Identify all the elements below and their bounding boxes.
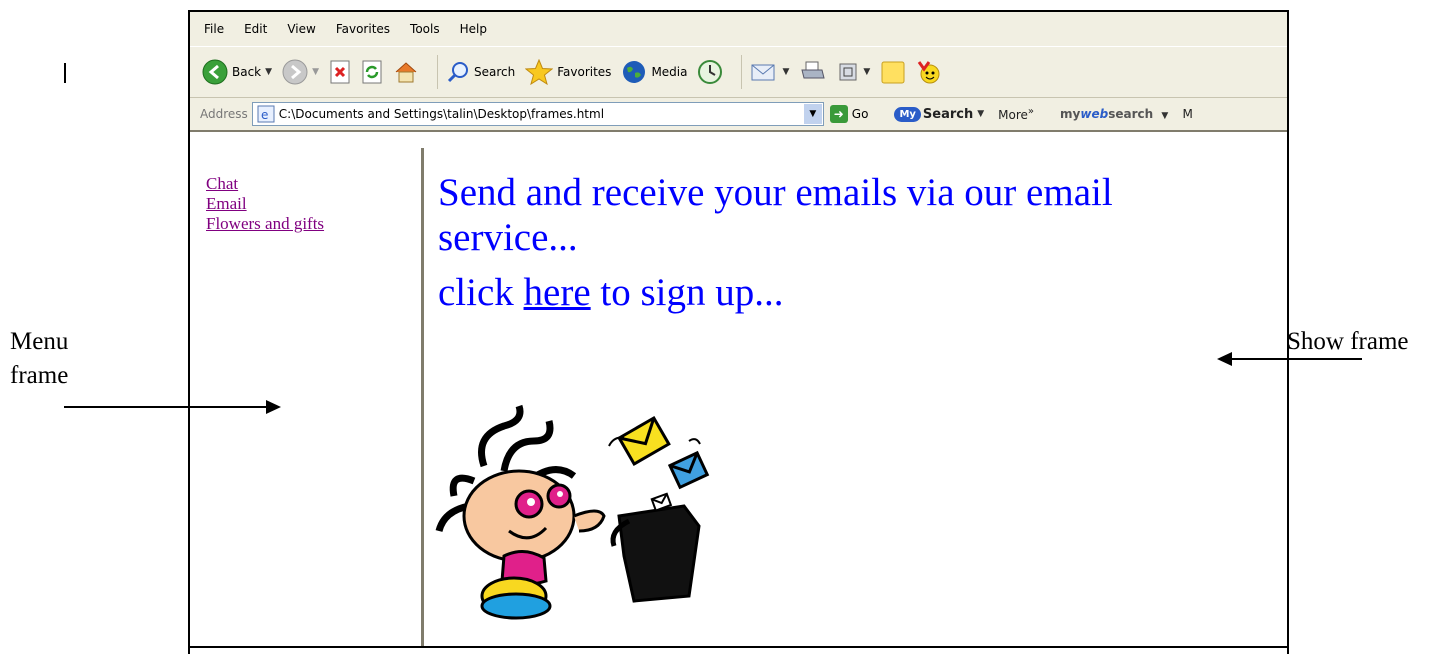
mail-dropdown-icon[interactable]: ▼ (782, 67, 789, 77)
media-button[interactable]: Media (621, 59, 687, 85)
search-button[interactable]: Search (446, 60, 515, 84)
go-arrow-icon: ➜ (829, 105, 848, 123)
frameset: Chat Email Flowers and gifts Send and re… (190, 148, 1287, 646)
show-frame: Send and receive your emails via our ema… (424, 148, 1287, 646)
show-frame-arrow-line (1228, 358, 1362, 360)
menu-tools[interactable]: Tools (410, 22, 440, 36)
menu-frame-label-line2: frame (10, 362, 69, 389)
show-frame-arrowhead-icon (1217, 352, 1232, 366)
more-label: More (998, 108, 1028, 122)
signup-line: click here to sign up... (438, 270, 1287, 315)
sticky-note-icon (881, 61, 905, 84)
ie-page-icon: e (257, 105, 275, 123)
address-dropdown-icon[interactable]: ▼ (803, 104, 822, 124)
print-icon (801, 61, 826, 79)
home-button[interactable] (393, 60, 419, 84)
menu-bar: File Edit View Favorites Tools Help (190, 12, 1287, 46)
address-label: Address (200, 107, 248, 121)
menu-edit[interactable]: Edit (244, 22, 267, 36)
menu-frame-arrow-line (64, 406, 270, 408)
toolbar-separator (436, 55, 438, 89)
address-value: C:\Documents and Settings\talin\Desktop\… (278, 107, 605, 121)
menu-help[interactable]: Help (460, 22, 487, 36)
messenger-button[interactable] (916, 59, 942, 85)
more-button[interactable]: More» (998, 106, 1034, 122)
window-bottom-border (190, 646, 1287, 648)
search-label: Search (473, 65, 516, 79)
forward-dropdown-icon[interactable]: ▼ (312, 67, 319, 77)
back-label: Back (232, 65, 262, 79)
refresh-button[interactable] (361, 60, 383, 84)
yahoo-messenger-icon (918, 61, 940, 84)
signup-suffix: to sign up... (590, 271, 784, 314)
toolbar-separator (741, 55, 743, 89)
menu-favorites[interactable]: Favorites (336, 22, 390, 36)
stop-button[interactable] (329, 60, 351, 84)
mywebsearch-prefix: my (1060, 107, 1081, 121)
favorites-button[interactable]: Favorites (525, 59, 611, 85)
mywebsearch-suffix: search (1108, 107, 1154, 121)
signup-prefix: click (438, 271, 524, 314)
mysearch-label: Search (922, 106, 974, 122)
standard-toolbar: Back ▼ ▼ Search Favorites Media ▼ ▼ (190, 46, 1287, 98)
mywebsearch-button[interactable]: mywebsearch ▼ M (1060, 107, 1193, 121)
signup-here-link[interactable]: here (524, 271, 591, 314)
menu-file[interactable]: File (204, 22, 224, 36)
back-dropdown-icon[interactable]: ▼ (265, 67, 272, 77)
menu-link-email[interactable]: Email (206, 194, 405, 214)
menu-link-flowers[interactable]: Flowers and gifts (206, 214, 405, 234)
mail-button[interactable]: ▼ (750, 60, 789, 84)
media-globe-icon (623, 61, 646, 83)
cartoon-email-character-illustration (435, 404, 710, 620)
back-button[interactable]: Back ▼ (202, 59, 272, 85)
mywebsearch-web: web (1080, 107, 1109, 121)
email-headline-line1: Send and receive your emails via our ema… (438, 171, 1113, 214)
mywebsearch-dropdown-icon[interactable]: ▼ (1161, 111, 1168, 121)
mysearch-badge: My (894, 106, 921, 122)
history-clock-icon (698, 60, 723, 84)
media-label: Media (651, 65, 688, 79)
forward-arrow-icon (282, 59, 308, 85)
show-frame-label: Show frame (1287, 328, 1409, 355)
refresh-icon (362, 60, 382, 84)
browser-window: File Edit View Favorites Tools Help Back… (188, 10, 1289, 654)
email-headline-line2: service... (438, 216, 578, 259)
text-cursor-mark (64, 63, 66, 83)
address-bar: Address e C:\Documents and Settings\tali… (190, 98, 1287, 132)
favorites-star-icon (525, 59, 554, 85)
menu-view[interactable]: View (287, 22, 315, 36)
mail-icon (751, 64, 775, 81)
stop-icon (330, 60, 350, 84)
notes-button[interactable] (880, 59, 906, 85)
edit-dropdown-icon[interactable]: ▼ (863, 67, 870, 77)
mysearch-button[interactable]: My Search ▼ (894, 106, 984, 122)
go-label: Go (851, 107, 869, 121)
menu-frame-label-line1: Menu (10, 328, 69, 355)
back-arrow-icon (202, 59, 228, 85)
search-icon (447, 62, 468, 83)
forward-button[interactable]: ▼ (282, 59, 319, 85)
address-input[interactable]: e C:\Documents and Settings\talin\Deskto… (251, 102, 824, 126)
home-icon (395, 62, 417, 83)
menu-frame: Chat Email Flowers and gifts (190, 148, 424, 646)
menu-link-chat[interactable]: Chat (206, 174, 405, 194)
menu-frame-arrowhead-icon (266, 400, 281, 414)
toolbar-overflow-text: M (1182, 107, 1193, 121)
edit-button[interactable]: ▼ (837, 61, 870, 83)
favorites-label: Favorites (557, 65, 612, 79)
mysearch-dropdown-icon[interactable]: ▼ (977, 109, 984, 119)
svg-text:e: e (261, 108, 268, 122)
edit-page-icon (839, 63, 857, 81)
go-button[interactable]: ➜ Go (829, 105, 869, 123)
more-chevron-icon: » (1027, 106, 1035, 117)
history-button[interactable] (697, 59, 723, 85)
print-button[interactable] (799, 60, 827, 84)
